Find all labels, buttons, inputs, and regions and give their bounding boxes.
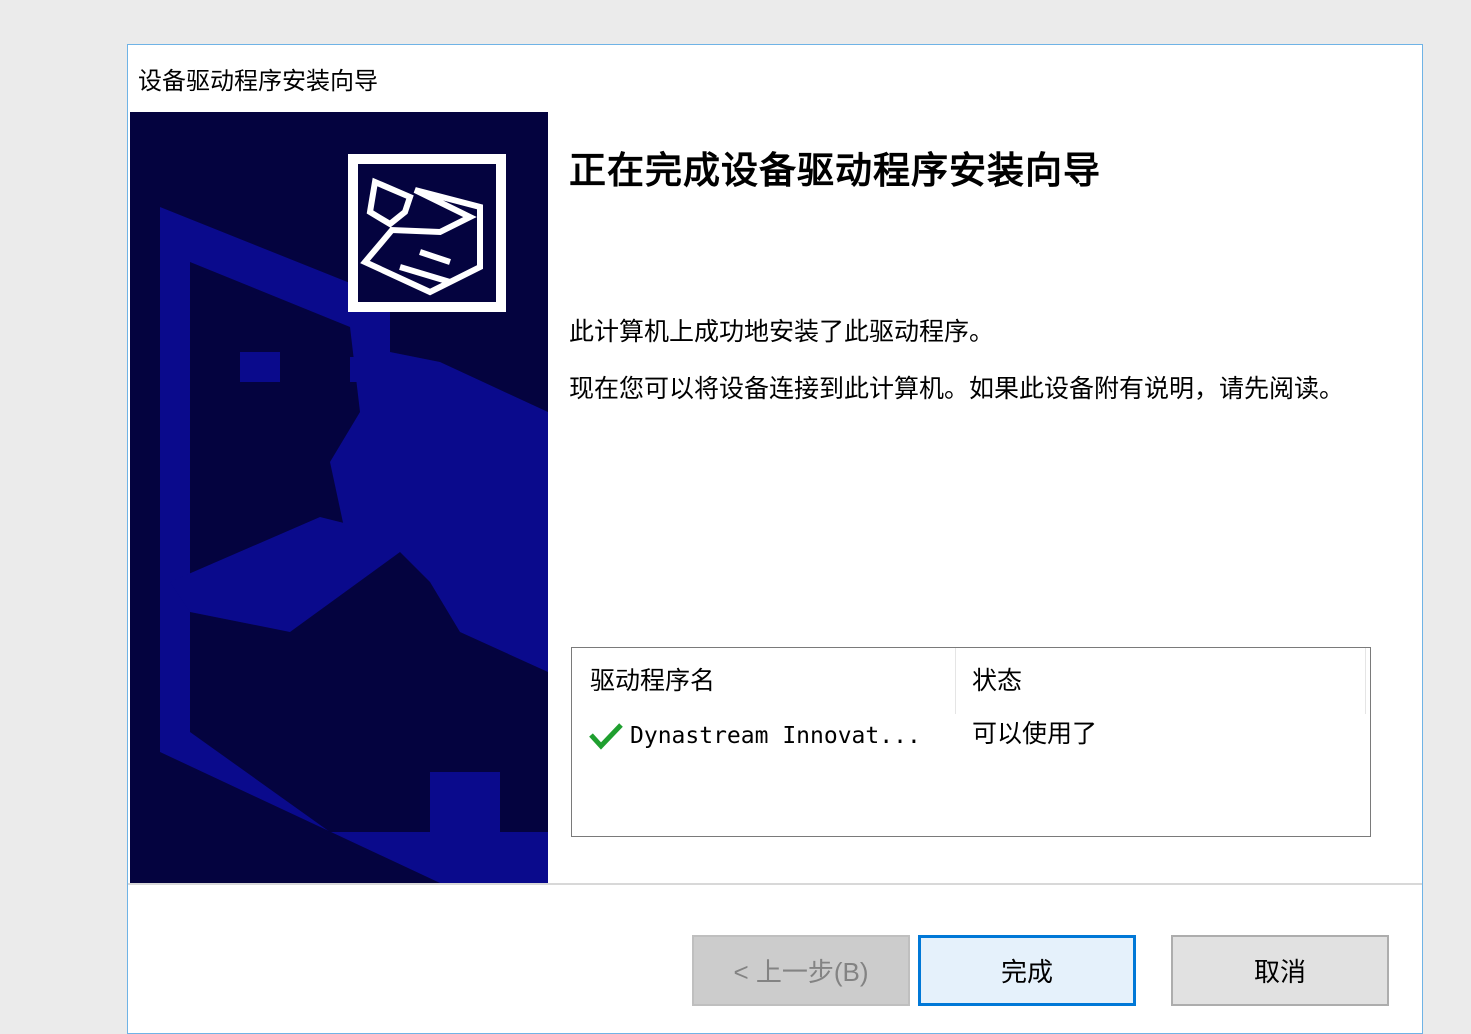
installer-window: 设备驱动程序安装向导 正在完成设备驱动程序安装向导 此计算机上成功地安装了此驱动… xyxy=(127,44,1423,1034)
window-title: 设备驱动程序安装向导 xyxy=(138,67,378,95)
column-header-status[interactable]: 状态 xyxy=(956,648,1366,714)
column-header-driver-name[interactable]: 驱动程序名 xyxy=(572,648,956,714)
back-button[interactable]: < 上一步(B) xyxy=(692,935,910,1006)
driver-status: 可以使用了 xyxy=(972,719,1098,748)
finish-button[interactable]: 完成 xyxy=(918,935,1136,1006)
footer-divider xyxy=(128,883,1422,885)
table-row[interactable]: Dynastream Innovat... 可以使用了 xyxy=(572,714,1370,758)
success-message: 此计算机上成功地安装了此驱动程序。 xyxy=(569,317,995,346)
driver-list[interactable]: 驱动程序名 状态 Dynastream Innovat... 可以使用了 xyxy=(571,647,1371,837)
connect-message: 现在您可以将设备连接到此计算机。如果此设备附有说明，请先阅读。 xyxy=(569,374,1345,403)
cancel-button[interactable]: 取消 xyxy=(1171,935,1389,1006)
hardware-illustration xyxy=(160,154,548,883)
page-title: 正在完成设备驱动程序安装向导 xyxy=(569,148,1101,192)
title-bar[interactable]: 设备驱动程序安装向导 xyxy=(128,45,1422,111)
wizard-side-graphic xyxy=(130,112,548,883)
checkmark-icon xyxy=(588,722,624,754)
driver-name: Dynastream Innovat... xyxy=(630,723,921,749)
